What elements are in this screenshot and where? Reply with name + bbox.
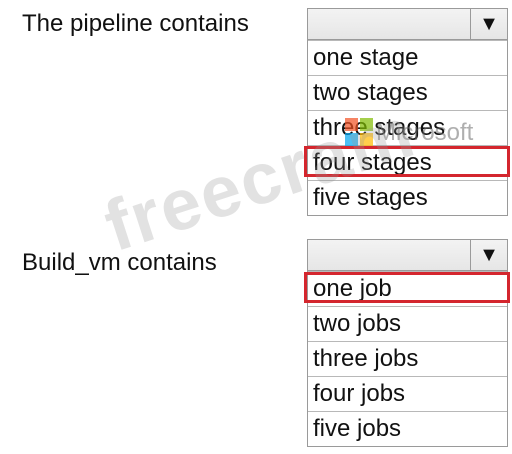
option-two-stages[interactable]: two stages xyxy=(308,75,507,110)
pipeline-question-label: The pipeline contains xyxy=(22,10,249,37)
option-five-jobs[interactable]: five jobs xyxy=(308,411,507,446)
option-three-stages[interactable]: three stages xyxy=(308,110,507,145)
option-one-stage[interactable]: one stage xyxy=(308,40,507,75)
chevron-down-icon[interactable]: ▼ xyxy=(470,240,507,270)
pipeline-stages-options: one stage two stages three stages four s… xyxy=(304,40,510,216)
build-vm-jobs-dropdown[interactable]: ▼ one job two jobs three jobs four jobs … xyxy=(304,239,510,447)
option-five-stages[interactable]: five stages xyxy=(308,180,507,215)
option-four-jobs[interactable]: four jobs xyxy=(308,376,507,411)
pipeline-stages-dropdown[interactable]: ▼ one stage two stages three stages four… xyxy=(304,8,510,216)
option-three-jobs[interactable]: three jobs xyxy=(308,341,507,376)
build-vm-jobs-options: one job two jobs three jobs four jobs fi… xyxy=(304,271,510,447)
chevron-down-icon[interactable]: ▼ xyxy=(470,9,507,39)
option-four-stages-selected[interactable]: four stages xyxy=(304,145,510,180)
option-two-jobs[interactable]: two jobs xyxy=(308,306,507,341)
build-vm-jobs-select[interactable]: ▼ xyxy=(307,239,508,271)
build-vm-question-label: Build_vm contains xyxy=(22,249,217,276)
option-one-job-selected[interactable]: one job xyxy=(304,271,510,306)
pipeline-stages-select[interactable]: ▼ xyxy=(307,8,508,40)
